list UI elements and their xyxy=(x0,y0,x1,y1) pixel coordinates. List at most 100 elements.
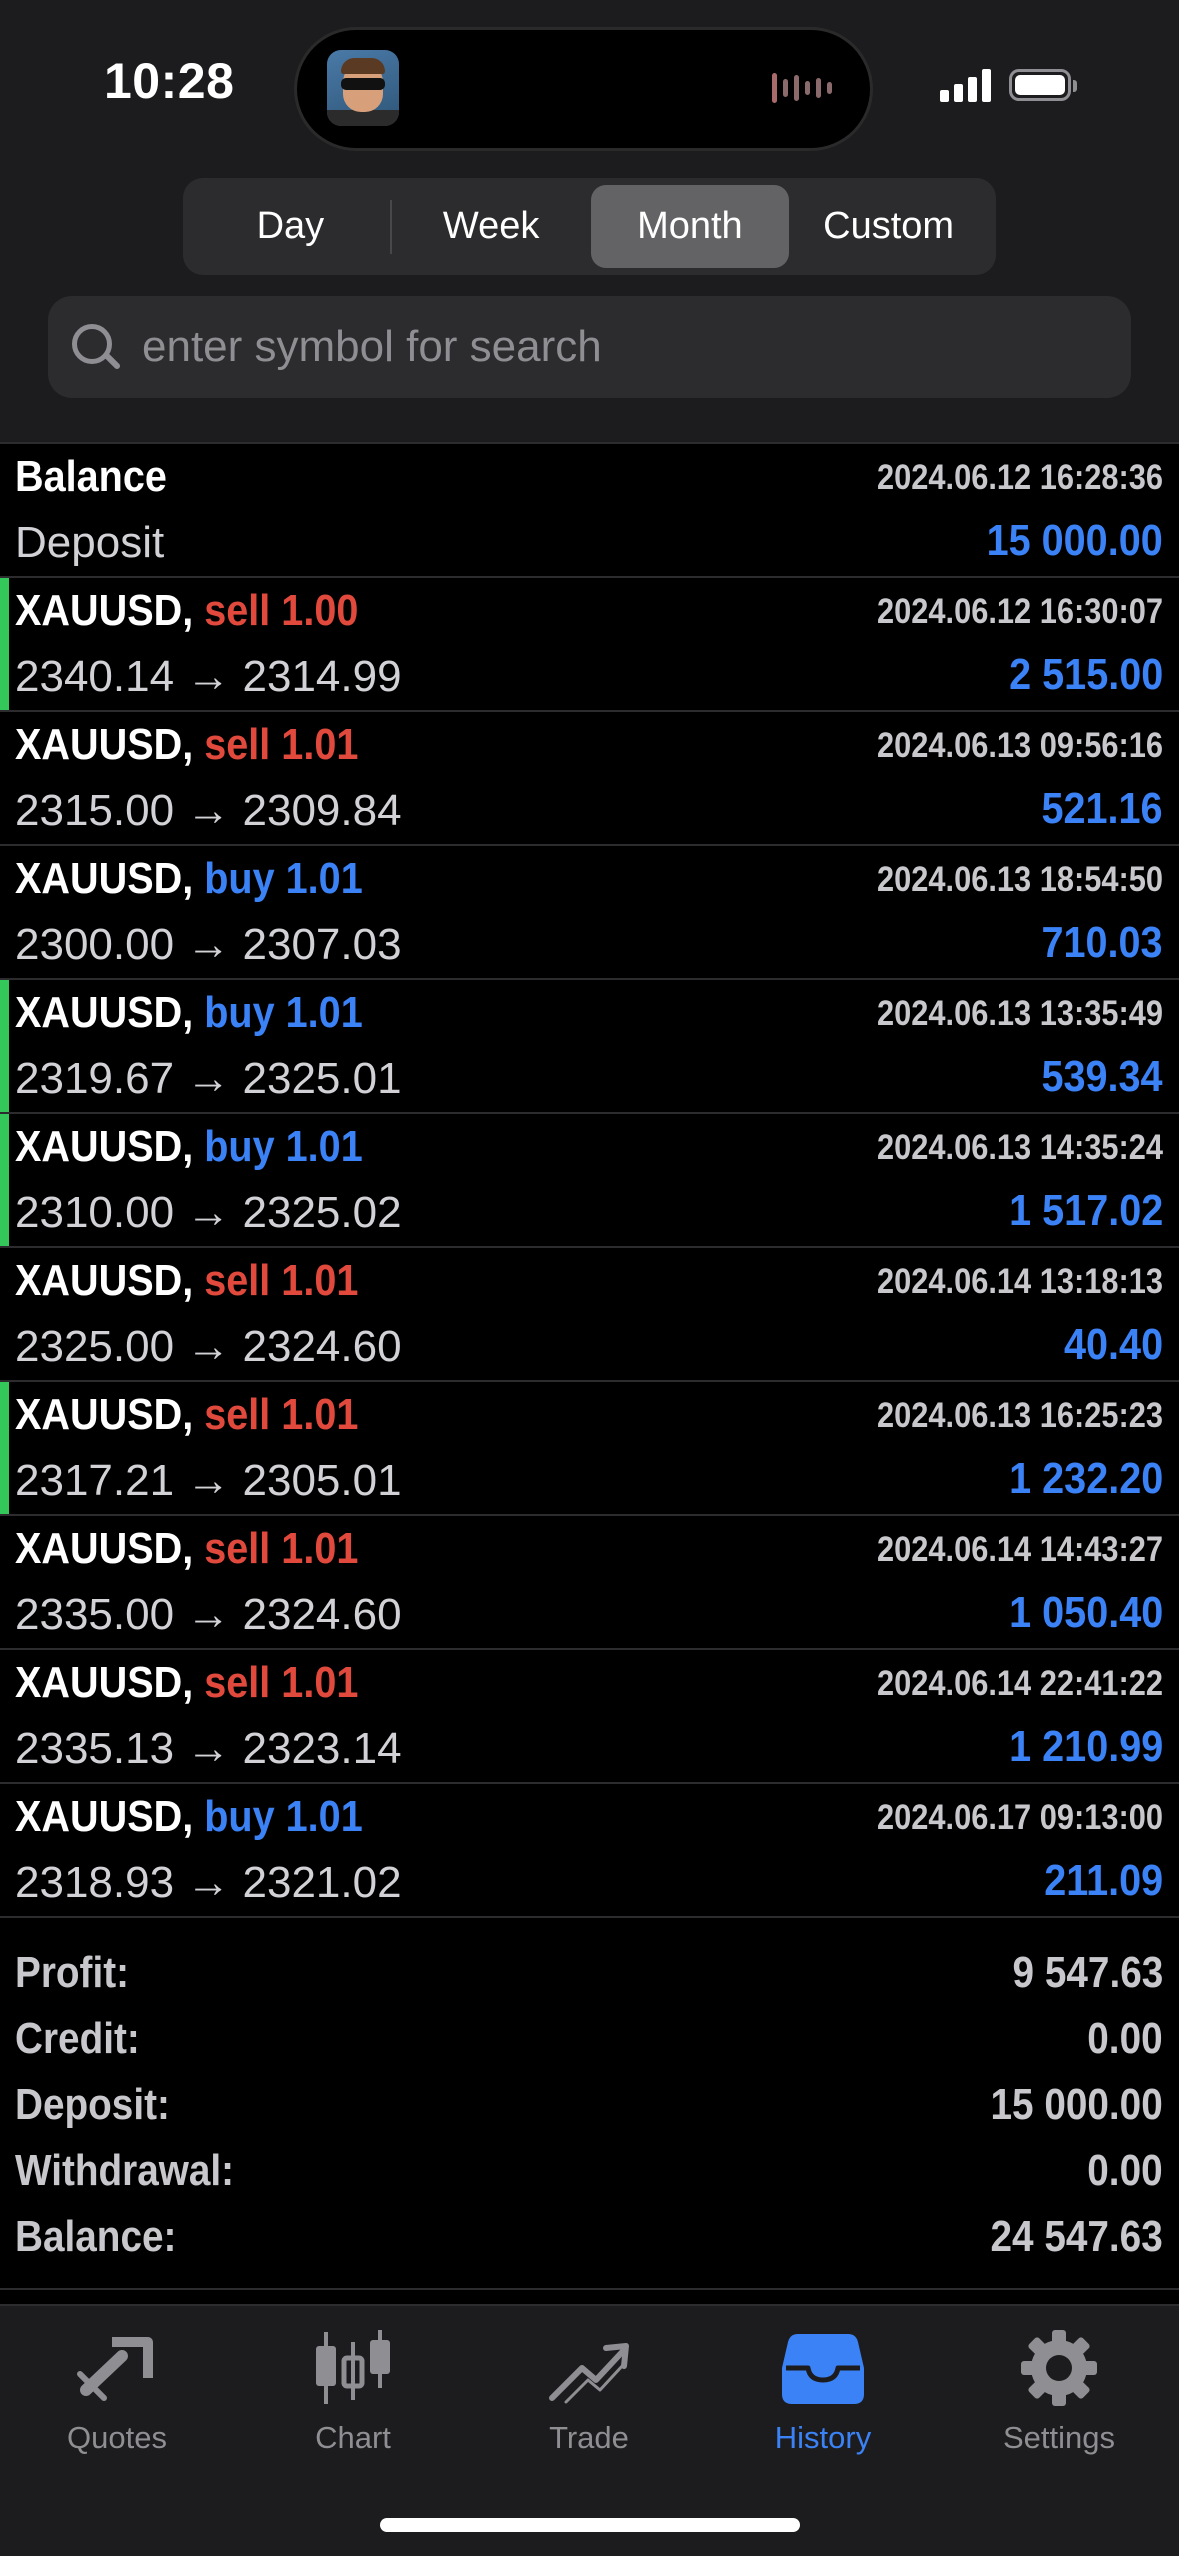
trade-row[interactable]: XAUUSD, sell 1.01 2024.06.13 09:56:16 2315… xyxy=(0,712,1179,846)
summary-value: 24 547.63 xyxy=(990,2212,1163,2261)
summary-balance: Balance: 24 547.63 xyxy=(0,2206,1179,2272)
trade-symbol: XAUUSD, xyxy=(15,1122,194,1171)
balance-timestamp: 2024.06.12 16:28:36 xyxy=(877,458,1163,497)
tab-label: History xyxy=(774,2420,872,2455)
trade-title: XAUUSD, buy 1.01 xyxy=(15,988,363,1038)
search-input[interactable] xyxy=(140,321,1044,373)
trade-trend-icon xyxy=(544,2328,634,2408)
trade-row[interactable]: XAUUSD, sell 1.00 2024.06.12 16:30:07 2340… xyxy=(0,578,1179,712)
trade-side: sell 1.00 xyxy=(204,586,359,635)
trade-prices: 2340.14 → 2314.99 xyxy=(15,652,402,701)
trade-title: XAUUSD, sell 1.01 xyxy=(15,720,358,770)
header: 10:28 Day Week Month Custom enter symbol… xyxy=(0,0,1179,444)
summary-value: 9 547.63 xyxy=(1012,1948,1163,1997)
segment-week[interactable]: Week xyxy=(392,185,591,268)
home-indicator xyxy=(380,2518,800,2532)
quotes-icon xyxy=(72,2328,162,2408)
period-segmented-control: Day Week Month Custom xyxy=(183,178,996,275)
trade-prices: 2318.93 → 2321.02 xyxy=(15,1858,402,1907)
summary-value: 15 000.00 xyxy=(990,2080,1163,2129)
trade-side: sell 1.01 xyxy=(204,1256,359,1305)
tab-history[interactable]: History xyxy=(723,2328,923,2468)
search-bar[interactable] xyxy=(48,296,1131,398)
battery-icon xyxy=(1009,69,1077,101)
trade-side: buy 1.01 xyxy=(204,1122,363,1171)
balance-title: Balance xyxy=(15,452,167,501)
balance-amount: 15 000.00 xyxy=(986,516,1163,565)
summary-label: Deposit: xyxy=(15,2080,170,2129)
dynamic-island[interactable] xyxy=(297,30,870,148)
trade-profit: 1 232.20 xyxy=(1008,1454,1163,1503)
status-icons xyxy=(940,68,1077,102)
trade-row[interactable]: XAUUSD, sell 1.01 2024.06.14 14:43:27 2335… xyxy=(0,1516,1179,1650)
segment-day[interactable]: Day xyxy=(191,185,390,268)
trade-row[interactable]: XAUUSD, buy 1.01 2024.06.13 14:35:24 2310.… xyxy=(0,1114,1179,1248)
balance-row[interactable]: Balance 2024.06.12 16:28:36 Deposit 15 0… xyxy=(0,444,1179,578)
trade-row[interactable]: XAUUSD, buy 1.01 2024.06.13 13:35:49 2319.… xyxy=(0,980,1179,1114)
trade-title: XAUUSD, buy 1.01 xyxy=(15,1122,363,1172)
audio-waveform-icon xyxy=(772,70,840,106)
tab-trade[interactable]: Trade xyxy=(489,2328,689,2468)
trade-profit: 521.16 xyxy=(1041,784,1163,833)
trade-profit: 1 050.40 xyxy=(1008,1588,1163,1637)
summary-label: Credit: xyxy=(15,2014,140,2063)
trade-prices: 2310.00 → 2325.02 xyxy=(15,1188,402,1237)
trade-timestamp: 2024.06.12 16:30:07 xyxy=(877,592,1163,631)
trade-timestamp: 2024.06.17 09:13:00 xyxy=(877,1798,1163,1837)
trade-title: XAUUSD, sell 1.01 xyxy=(15,1256,358,1306)
trade-row[interactable]: XAUUSD, sell 1.01 2024.06.14 13:18:13 2325… xyxy=(0,1248,1179,1382)
history-list: Balance 2024.06.12 16:28:36 Deposit 15 0… xyxy=(0,444,1179,1918)
tab-label: Trade xyxy=(549,2420,629,2455)
trade-row[interactable]: XAUUSD, buy 1.01 2024.06.13 18:54:50 2300.… xyxy=(0,846,1179,980)
summary-label: Withdrawal: xyxy=(15,2146,235,2195)
trade-profit: 710.03 xyxy=(1041,918,1163,967)
summary-divider xyxy=(0,2288,1179,2290)
trade-symbol: XAUUSD, xyxy=(15,854,194,903)
trade-timestamp: 2024.06.14 22:41:22 xyxy=(877,1664,1163,1703)
trade-symbol: XAUUSD, xyxy=(15,720,194,769)
trade-row[interactable]: XAUUSD, sell 1.01 2024.06.13 16:25:23 2317… xyxy=(0,1382,1179,1516)
trade-symbol: XAUUSD, xyxy=(15,1792,194,1841)
trade-symbol: XAUUSD, xyxy=(15,988,194,1037)
trade-title: XAUUSD, sell 1.01 xyxy=(15,1658,358,1708)
trade-side: buy 1.01 xyxy=(204,988,363,1037)
trade-title: XAUUSD, sell 1.01 xyxy=(15,1524,358,1574)
trade-prices: 2325.00 → 2324.60 xyxy=(15,1322,402,1371)
trade-side: sell 1.01 xyxy=(204,1658,359,1707)
summary-section: Profit: 9 547.63 Credit: 0.00 Deposit: 1… xyxy=(0,1942,1179,2272)
history-tray-icon xyxy=(778,2328,868,2408)
segment-custom[interactable]: Custom xyxy=(789,185,988,268)
summary-deposit: Deposit: 15 000.00 xyxy=(0,2074,1179,2140)
gear-icon xyxy=(1014,2328,1104,2408)
summary-label: Profit: xyxy=(15,1948,129,1997)
segment-month[interactable]: Month xyxy=(590,185,790,268)
tab-label: Chart xyxy=(315,2420,391,2455)
trade-timestamp: 2024.06.13 14:35:24 xyxy=(877,1128,1163,1167)
trade-profit: 1 210.99 xyxy=(1008,1722,1163,1771)
summary-withdrawal: Withdrawal: 0.00 xyxy=(0,2140,1179,2206)
tab-label: Settings xyxy=(1002,2420,1115,2455)
trade-symbol: XAUUSD, xyxy=(15,1390,194,1439)
trade-title: XAUUSD, sell 1.00 xyxy=(15,586,358,636)
balance-subtitle: Deposit xyxy=(15,518,165,567)
tab-chart[interactable]: Chart xyxy=(253,2328,453,2468)
trade-timestamp: 2024.06.13 18:54:50 xyxy=(877,860,1163,899)
trade-row[interactable]: XAUUSD, sell 1.01 2024.06.14 22:41:22 2335… xyxy=(0,1650,1179,1784)
trade-row[interactable]: XAUUSD, buy 1.01 2024.06.17 09:13:00 2318.… xyxy=(0,1784,1179,1918)
tab-quotes[interactable]: Quotes xyxy=(17,2328,217,2468)
trade-symbol: XAUUSD, xyxy=(15,1658,194,1707)
tab-settings[interactable]: Settings xyxy=(959,2328,1159,2468)
trade-side: sell 1.01 xyxy=(204,1390,359,1439)
candlestick-chart-icon xyxy=(308,2328,398,2408)
trade-timestamp: 2024.06.13 16:25:23 xyxy=(877,1396,1163,1435)
trade-rows: XAUUSD, sell 1.00 2024.06.12 16:30:07 2340… xyxy=(0,578,1179,1918)
trade-timestamp: 2024.06.13 09:56:16 xyxy=(877,726,1163,765)
summary-profit: Profit: 9 547.63 xyxy=(0,1942,1179,2008)
trade-side: sell 1.01 xyxy=(204,720,359,769)
trade-symbol: XAUUSD, xyxy=(15,1256,194,1305)
trade-profit: 539.34 xyxy=(1041,1052,1163,1101)
summary-value: 0.00 xyxy=(1087,2146,1163,2195)
trade-timestamp: 2024.06.13 13:35:49 xyxy=(877,994,1163,1033)
status-time: 10:28 xyxy=(104,53,235,109)
trade-symbol: XAUUSD, xyxy=(15,1524,194,1573)
